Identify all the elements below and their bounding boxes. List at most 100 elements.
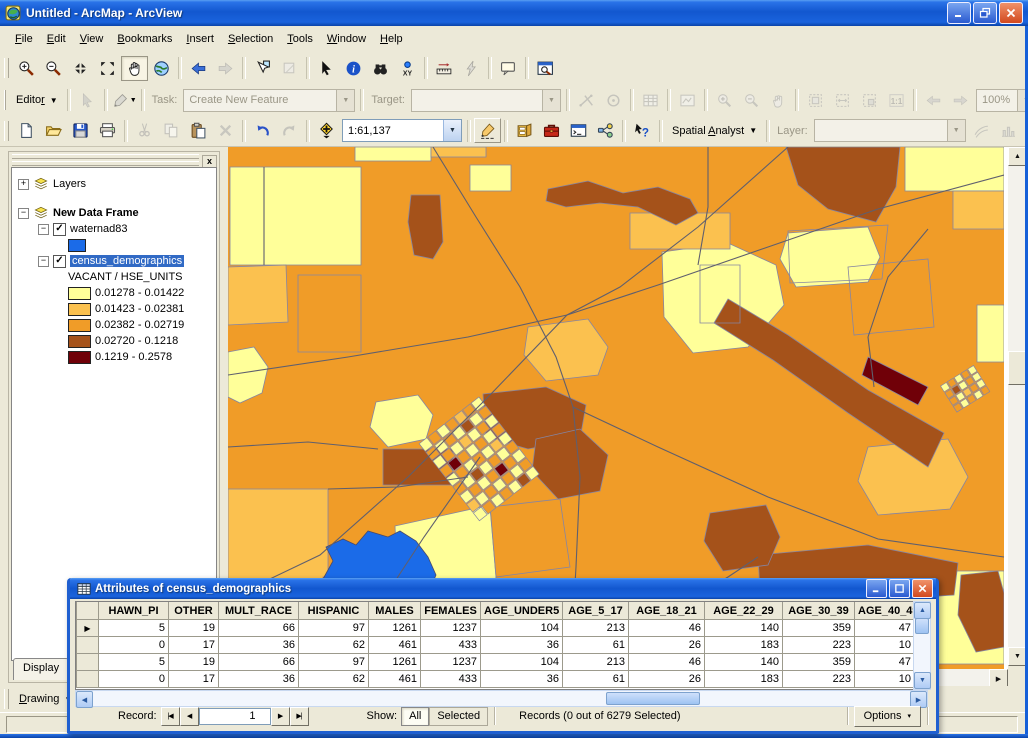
identify-button[interactable]: i [340, 56, 367, 81]
cell[interactable]: 19 [169, 620, 219, 637]
find-button[interactable] [367, 56, 394, 81]
cell[interactable]: 66 [219, 620, 299, 637]
symbol-swatch[interactable] [68, 351, 91, 364]
column-header-mult-race[interactable]: MULT_RACE [219, 602, 299, 620]
select-elements-button[interactable] [313, 56, 340, 81]
cell[interactable]: 461 [369, 671, 421, 688]
show-all-button[interactable]: All [401, 707, 429, 726]
toc-item-census-demographics[interactable]: −✓census_demographics [12, 253, 216, 269]
cell[interactable]: 223 [783, 637, 855, 654]
column-header-males[interactable]: MALES [369, 602, 421, 620]
cell[interactable]: 213 [563, 620, 629, 637]
cell[interactable]: 5 [99, 654, 169, 671]
cell[interactable]: 183 [705, 671, 783, 688]
column-header-females[interactable]: FEMALES [421, 602, 481, 620]
cell[interactable]: 17 [169, 671, 219, 688]
scale-combo[interactable]: 1:61,137▼ [342, 119, 462, 142]
cell[interactable]: 36 [481, 637, 563, 654]
row-selector[interactable] [77, 654, 99, 671]
cell[interactable]: 359 [783, 620, 855, 637]
attributes-titlebar[interactable]: Attributes of census_demographics [70, 578, 936, 599]
attr-scroll-up-button[interactable]: ▲ [914, 602, 931, 619]
cell[interactable]: 46 [629, 620, 705, 637]
column-header-age-5-17[interactable]: AGE_5_17 [563, 602, 629, 620]
spatial-analyst-menu[interactable]: Spatial Analyst▼ [666, 122, 763, 140]
cell[interactable]: 47 [855, 620, 915, 637]
expand-box-icon[interactable]: + [18, 179, 29, 190]
cell[interactable]: 62 [299, 637, 369, 654]
select-features-button[interactable] [249, 56, 276, 81]
paste-button[interactable] [185, 118, 212, 143]
whats-this-button[interactable]: ? [629, 118, 656, 143]
measure-button[interactable] [431, 56, 458, 81]
tab-display[interactable]: Display [13, 658, 69, 680]
symbol-swatch[interactable] [68, 319, 91, 332]
html-popup-button[interactable] [495, 56, 522, 81]
editor-menu[interactable]: Editor▼ [10, 91, 64, 109]
cell[interactable]: 433 [421, 671, 481, 688]
cell[interactable]: 97 [299, 654, 369, 671]
cell[interactable]: 433 [421, 637, 481, 654]
layer-checkbox[interactable]: ✓ [53, 223, 66, 236]
column-header-age-30-39[interactable]: AGE_30_39 [783, 602, 855, 620]
expand-box-icon[interactable]: − [18, 208, 29, 219]
fixed-zoom-out-button[interactable] [94, 56, 121, 81]
cell[interactable]: 0 [99, 671, 169, 688]
magnifier-window-button[interactable] [532, 56, 559, 81]
next-record-button[interactable]: ▶ [271, 707, 290, 726]
scale-combo-dropdown-button[interactable]: ▼ [443, 120, 461, 141]
show-selected-button[interactable]: Selected [429, 707, 488, 726]
cell[interactable]: 19 [169, 654, 219, 671]
symbol-swatch[interactable] [68, 303, 91, 316]
row-selector[interactable] [77, 671, 99, 688]
last-record-button[interactable]: ▶| [290, 707, 309, 726]
add-data-button[interactable] [313, 118, 340, 143]
cell[interactable]: 0 [99, 637, 169, 654]
cell[interactable]: 461 [369, 637, 421, 654]
column-header-age-22-29[interactable]: AGE_22_29 [705, 602, 783, 620]
fixed-zoom-in-button[interactable] [67, 56, 94, 81]
column-header-hawn-pi[interactable]: HAWN_PI [99, 602, 169, 620]
cell[interactable]: 183 [705, 637, 783, 654]
cell[interactable]: 36 [219, 637, 299, 654]
cell[interactable]: 36 [219, 671, 299, 688]
editor-toolbar-toggle-button[interactable] [474, 118, 501, 143]
menu-tools[interactable]: Tools [280, 29, 320, 49]
zoom-out-button[interactable] [40, 56, 67, 81]
open-map-button[interactable] [40, 118, 67, 143]
cell[interactable]: 46 [629, 654, 705, 671]
new-map-button[interactable] [13, 118, 40, 143]
column-header-age-40-49[interactable]: AGE_40_49 [855, 602, 915, 620]
symbol-swatch[interactable] [68, 335, 91, 348]
column-header-other[interactable]: OTHER [169, 602, 219, 620]
cell[interactable]: 36 [481, 671, 563, 688]
cell[interactable]: 140 [705, 620, 783, 637]
cell[interactable]: 1237 [421, 620, 481, 637]
options-button[interactable]: Options ▾ [854, 706, 921, 727]
row-selector[interactable] [77, 637, 99, 654]
attr-hscroll-thumb[interactable] [606, 692, 700, 705]
cell[interactable]: 61 [563, 637, 629, 654]
column-header-hispanic[interactable]: HISPANIC [299, 602, 369, 620]
cell[interactable]: 5 [99, 620, 169, 637]
zoom-in-button[interactable] [13, 56, 40, 81]
cell[interactable]: 97 [299, 620, 369, 637]
cell[interactable]: 10 [855, 637, 915, 654]
attr-maximize-button[interactable] [889, 579, 910, 598]
minimize-button[interactable] [947, 2, 971, 24]
menu-insert[interactable]: Insert [179, 29, 221, 49]
symbol-swatch[interactable] [68, 287, 91, 300]
first-record-button[interactable]: |◀ [161, 707, 180, 726]
cell[interactable]: 17 [169, 637, 219, 654]
menu-selection[interactable]: Selection [221, 29, 280, 49]
cell[interactable]: 66 [219, 654, 299, 671]
toc-item-waternad83[interactable]: −✓waternad83 [12, 221, 216, 237]
cell[interactable]: 1261 [369, 620, 421, 637]
menu-window[interactable]: Window [320, 29, 373, 49]
cell[interactable]: 47 [855, 654, 915, 671]
arccatalog-button[interactable] [511, 118, 538, 143]
menu-view[interactable]: View [73, 29, 111, 49]
column-header-age-under5[interactable]: AGE_UNDER5 [481, 602, 563, 620]
expand-box-icon[interactable]: − [38, 256, 49, 267]
menu-help[interactable]: Help [373, 29, 410, 49]
